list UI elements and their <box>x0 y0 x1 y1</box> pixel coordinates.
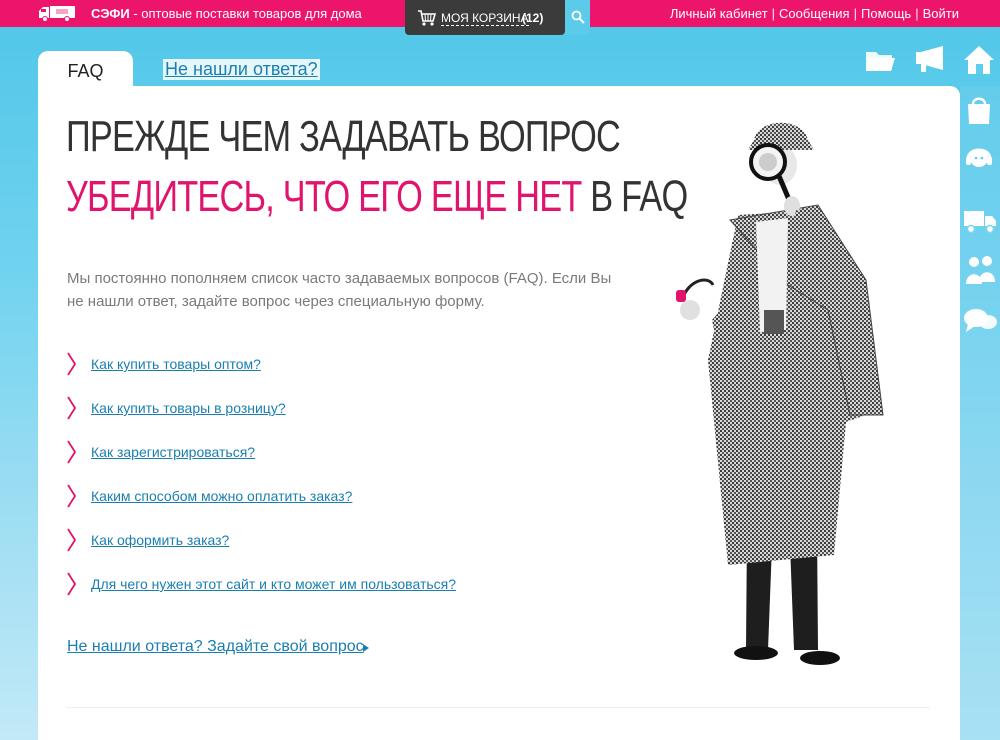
arrow-right-icon <box>363 644 369 652</box>
faq-link[interactable]: Как оформить заказ? <box>91 532 229 548</box>
chevron-right-icon <box>67 572 76 596</box>
cart-count: (12) <box>522 11 544 25</box>
right-sidebar <box>960 86 1000 740</box>
tab-not-found[interactable]: Не нашли ответа? <box>163 59 320 80</box>
faq-link[interactable]: Как купить товары в розницу? <box>91 400 286 416</box>
faq-link[interactable]: Для чего нужен этот сайт и кто может им … <box>91 576 456 592</box>
link-login[interactable]: Войти <box>923 6 959 21</box>
cart-button[interactable]: МОЯ КОРЗИНА (12) <box>405 0 565 35</box>
detective-illustration <box>676 122 884 665</box>
cart-icon <box>418 10 437 26</box>
chevron-right-icon <box>67 528 76 552</box>
folder-icon[interactable] <box>864 46 896 74</box>
intro-text: Мы постоянно пополняем список часто зада… <box>67 270 612 310</box>
chevron-right-icon <box>67 396 76 420</box>
ask-question-link[interactable]: Не нашли ответа? Задайте свой вопрос <box>67 638 364 656</box>
tab-faq[interactable]: FAQ <box>38 51 133 91</box>
link-account[interactable]: Личный кабинет <box>670 6 768 21</box>
chevron-right-icon <box>67 484 76 508</box>
brand-tagline: - оптовые поставки товаров для дома <box>129 6 362 21</box>
megaphone-icon[interactable] <box>913 46 947 74</box>
top-links: Личный кабинет | Сообщения | Помощь | Войти <box>669 6 959 21</box>
support-headset-icon[interactable] <box>963 142 995 174</box>
chevron-right-icon <box>67 440 76 464</box>
chevron-right-icon <box>67 352 76 376</box>
search-icon <box>571 10 585 24</box>
delivery-truck-sidebar-icon[interactable] <box>963 208 997 234</box>
faq-link[interactable]: Каким способом можно оплатить заказ? <box>91 488 352 504</box>
page-heading-line2: УБЕДИТЕСЬ, ЧТО ЕГО ЕЩЕ НЕТ В FAQ <box>66 172 688 222</box>
divider <box>66 707 930 708</box>
page-heading-line1: ПРЕЖДЕ ЧЕМ ЗАДАВАТЬ ВОПРОС <box>66 112 621 161</box>
people-icon[interactable] <box>963 254 997 286</box>
delivery-truck-icon <box>39 6 75 22</box>
link-help[interactable]: Помощь <box>861 6 911 21</box>
brand-name: СЭФИ <box>91 6 130 21</box>
brand[interactable]: СЭФИ - оптовые поставки товаров для дома <box>91 6 362 21</box>
faq-link[interactable]: Как зарегистрироваться? <box>91 444 255 460</box>
cart-label: МОЯ КОРЗИНА <box>441 11 529 26</box>
link-messages[interactable]: Сообщения <box>779 6 850 21</box>
heading-accent: УБЕДИТЕСЬ, ЧТО ЕГО ЕЩЕ НЕТ <box>66 172 582 221</box>
search-button[interactable] <box>565 0 590 35</box>
shopping-bag-icon[interactable] <box>965 94 993 126</box>
faq-link[interactable]: Как купить товары оптом? <box>91 356 261 372</box>
home-icon[interactable] <box>962 44 996 76</box>
chat-icon[interactable] <box>962 306 998 336</box>
